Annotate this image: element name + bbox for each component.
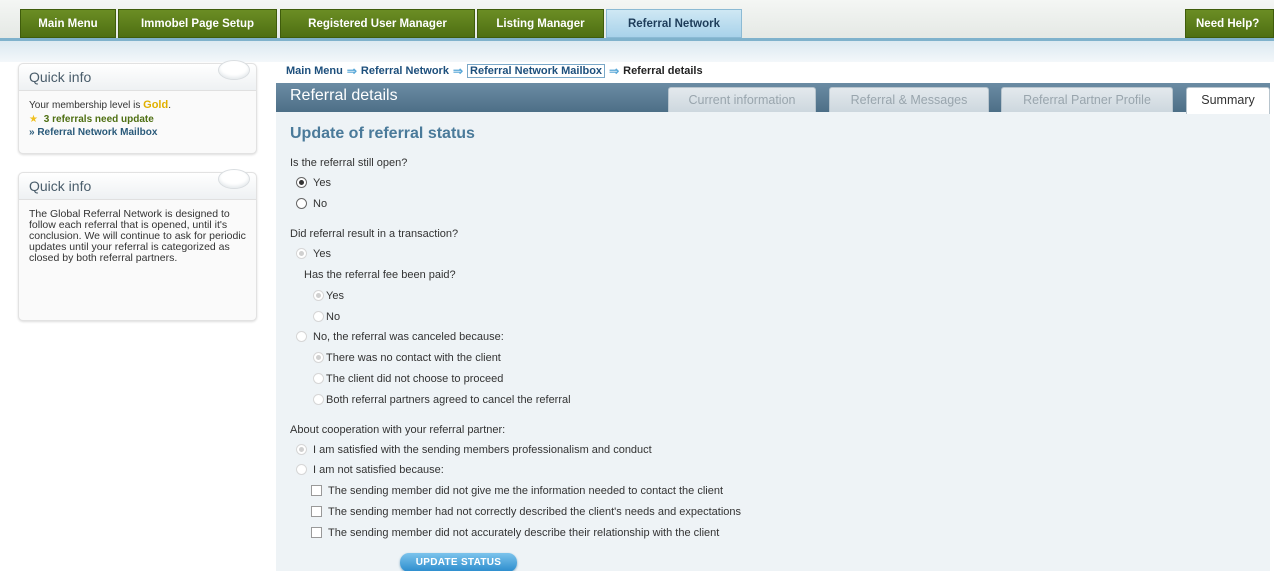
- panel-header: Referral details Current information Ref…: [276, 83, 1270, 114]
- question-cooperation: About cooperation with your referral par…: [290, 424, 506, 436]
- arrow-right-icon: ⇒: [346, 64, 357, 78]
- referral-details-panel: Referral details Current information Ref…: [276, 83, 1270, 571]
- quick-info-description: Quick info The Global Referral Network i…: [18, 169, 257, 321]
- question-fee-paid: Has the referral fee been paid?: [304, 269, 456, 281]
- membership-level-value: Gold: [143, 99, 169, 111]
- tab-summary[interactable]: Summary: [1186, 87, 1270, 114]
- radio-fee-no[interactable]: No: [313, 311, 340, 323]
- breadcrumb-mailbox[interactable]: Referral Network Mailbox: [467, 63, 606, 78]
- form-heading: Update of referral status: [290, 125, 475, 142]
- radio-transaction-yes[interactable]: Yes: [296, 248, 331, 260]
- referral-alert[interactable]: 3 referrals need update: [44, 114, 154, 125]
- speech-bubble-icon: [218, 60, 250, 80]
- tab-current-information[interactable]: Current information: [668, 87, 816, 112]
- radio-transaction-no[interactable]: No, the referral was canceled because:: [296, 331, 504, 343]
- radio-cancel-not-proceed[interactable]: The client did not choose to proceed: [313, 373, 503, 385]
- arrow-right-icon: ⇒: [452, 64, 464, 78]
- question-transaction: Did referral result in a transaction?: [290, 228, 459, 240]
- arrow-right-icon: ⇒: [609, 64, 620, 78]
- nav-page-setup[interactable]: Immobel Page Setup: [118, 9, 277, 38]
- radio-open-yes[interactable]: Yes: [296, 177, 331, 189]
- question-open: Is the referral still open?: [290, 157, 408, 169]
- radio-fee-yes[interactable]: Yes: [313, 290, 344, 302]
- tab-partner-profile[interactable]: Referral Partner Profile: [1001, 87, 1173, 112]
- top-nav: Main Menu Immobel Page Setup Registered …: [0, 0, 1274, 41]
- nav-user-manager[interactable]: Registered User Manager: [280, 9, 475, 38]
- membership-level: Your membership level is Gold.: [29, 99, 171, 111]
- radio-open-no[interactable]: No: [296, 198, 327, 210]
- nav-listing-manager[interactable]: Listing Manager: [477, 9, 604, 38]
- warning-icon: ★: [29, 113, 38, 125]
- tab-referral-messages[interactable]: Referral & Messages: [829, 87, 989, 112]
- nav-need-help[interactable]: Need Help?: [1185, 9, 1274, 38]
- quick-info-title: Quick info: [19, 169, 256, 200]
- update-status-button[interactable]: UPDATE STATUS: [400, 553, 517, 571]
- breadcrumb-current: Referral details: [623, 65, 703, 77]
- checkbox-reason-relationship[interactable]: The sending member did not accurately de…: [311, 527, 719, 539]
- checkbox-reason-needs[interactable]: The sending member had not correctly des…: [311, 506, 741, 518]
- checkbox-reason-info[interactable]: The sending member did not give me the i…: [311, 485, 723, 497]
- breadcrumb-referral-network[interactable]: Referral Network: [361, 65, 449, 77]
- radio-cancel-agreed[interactable]: Both referral partners agreed to cancel …: [313, 394, 571, 406]
- radio-coop-satisfied[interactable]: I am satisfied with the sending members …: [296, 444, 652, 456]
- header-band: [0, 41, 1274, 62]
- quick-info-title: Quick info: [19, 60, 256, 91]
- quick-info-text: The Global Referral Network is designed …: [29, 208, 246, 264]
- breadcrumb-main-menu[interactable]: Main Menu: [286, 65, 343, 77]
- speech-bubble-icon: [218, 169, 250, 189]
- mailbox-link[interactable]: » Referral Network Mailbox: [29, 127, 246, 139]
- radio-coop-not-satisfied[interactable]: I am not satisfied because:: [296, 464, 444, 476]
- radio-cancel-no-contact[interactable]: There was no contact with the client: [313, 352, 501, 364]
- panel-title: Referral details: [290, 87, 398, 104]
- quick-info-membership: Quick info Your membership level is Gold…: [18, 60, 257, 154]
- nav-referral-network[interactable]: Referral Network: [606, 9, 742, 38]
- nav-main-menu[interactable]: Main Menu: [20, 9, 116, 38]
- breadcrumb: Main Menu ⇒ Referral Network ⇒ Referral Netw…: [286, 63, 703, 78]
